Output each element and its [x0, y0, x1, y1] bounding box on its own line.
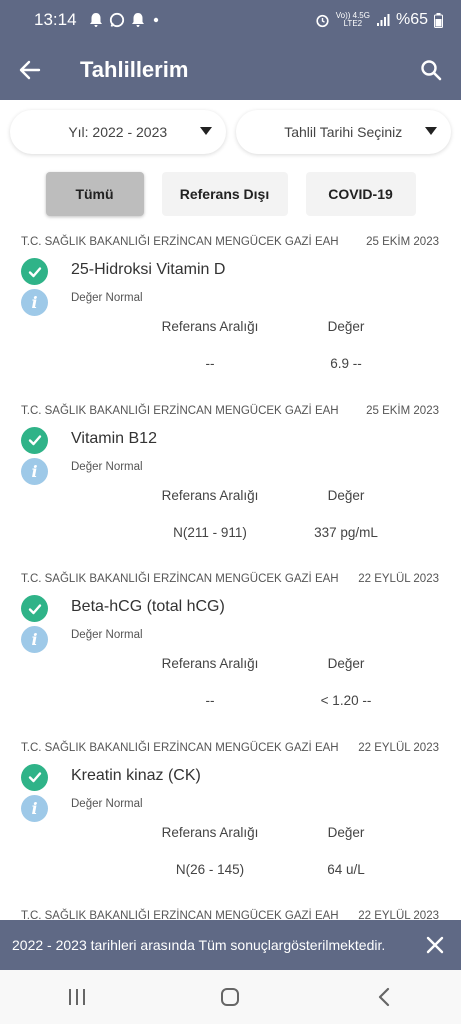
result-date: 25 EKİM 2023: [366, 236, 439, 248]
status-bar: 13:14 Vo)) 4.5G LTE2 %65: [0, 0, 461, 40]
search-icon: [421, 60, 442, 81]
filter-tabs: Tümü Referans Dışı COVID-19: [0, 172, 461, 216]
battery-level: %65: [395, 11, 428, 28]
date-dropdown[interactable]: Tahlil Tarihi Seçiniz: [235, 110, 451, 154]
snackbar-message: 2022 - 2023 tarihleri arasında Tüm sonuç…: [12, 937, 386, 953]
snackbar: 2022 - 2023 tarihleri arasında Tüm sonuç…: [0, 920, 461, 970]
reference-range-value: --: [205, 693, 215, 708]
result-date: 22 EYLÜL 2023: [358, 573, 439, 585]
tab-out-of-range[interactable]: Referans Dışı: [161, 172, 288, 216]
result-value: 337 pg/mL: [314, 524, 378, 540]
signal-icon: [376, 14, 390, 26]
results-list[interactable]: T.C. SAĞLIK BAKANLIĞI ERZİNCAN MENGÜCEK …: [0, 228, 461, 920]
year-dropdown[interactable]: Yıl: 2022 - 2023: [10, 110, 226, 154]
test-name: Beta-hCG (total hCG): [71, 598, 225, 615]
reference-range-value: N(26 - 145): [175, 861, 245, 877]
test-name: Kreatin kinaz (CK): [71, 766, 201, 784]
check-icon: [21, 258, 48, 285]
test-name: Vitamin B12: [71, 429, 157, 447]
battery-icon: [434, 12, 443, 28]
reference-range-header: Referans Aralığı: [161, 487, 259, 503]
reference-range-header: Referans Aralığı: [161, 656, 259, 671]
value-header: Değer: [327, 319, 365, 334]
check-icon: [21, 763, 48, 791]
list-item[interactable]: T.C. SAĞLIK BAKANLIĞI ERZİNCAN MENGÜCEK …: [0, 565, 461, 734]
close-icon[interactable]: [425, 935, 445, 955]
check-icon: [21, 595, 48, 622]
check-icon: [21, 426, 48, 454]
reference-range-header: Referans Aralığı: [161, 319, 259, 334]
info-icon[interactable]: i: [21, 626, 48, 653]
result-value: 64 u/L: [327, 861, 365, 877]
list-item[interactable]: T.C. SAĞLIK BAKANLIĞI ERZİNCAN MENGÜCEK …: [0, 228, 461, 397]
bell-icon: [89, 13, 102, 27]
info-icon[interactable]: i: [21, 457, 48, 485]
result-status: Değer Normal: [71, 292, 143, 304]
reference-range-header: Referans Aralığı: [161, 824, 259, 840]
chevron-left-icon: [379, 987, 390, 1007]
system-nav-bar: [0, 970, 461, 1024]
hospital-name: T.C. SAĞLIK BAKANLIĞI ERZİNCAN MENGÜCEK …: [21, 236, 339, 248]
network-type: Vo)) 4.5G LTE2: [335, 11, 370, 28]
whatsapp-icon: [109, 12, 124, 28]
result-value: < 1.20 --: [320, 693, 372, 708]
page-title: Tahlillerim: [80, 57, 189, 82]
dot-icon: [153, 17, 158, 23]
hospital-name: T.C. SAĞLIK BAKANLIĞI ERZİNCAN MENGÜCEK …: [21, 741, 339, 754]
caret-down-icon: [199, 127, 212, 135]
reference-range-value: --: [205, 356, 215, 371]
info-icon[interactable]: i: [21, 289, 48, 316]
filters: Yıl: 2022 - 2023 Tahlil Tarihi Seçiniz: [10, 110, 451, 154]
hospital-name: T.C. SAĞLIK BAKANLIĞI ERZİNCAN MENGÜCEK …: [21, 573, 339, 585]
bell-icon: [131, 13, 144, 27]
year-dropdown-label: Yıl: 2022 - 2023: [68, 124, 168, 140]
search-button[interactable]: [401, 40, 461, 100]
recent-apps-button[interactable]: [47, 970, 107, 1024]
alarm-icon: [316, 14, 329, 27]
date-dropdown-label: Tahlil Tarihi Seçiniz: [284, 124, 403, 140]
result-date: 25 EKİM 2023: [366, 404, 439, 417]
hospital-name: T.C. SAĞLIK BAKANLIĞI ERZİNCAN MENGÜCEK …: [21, 910, 339, 920]
caret-down-icon: [425, 127, 437, 135]
list-item[interactable]: T.C. SAĞLIK BAKANLIĞI ERZİNCAN MENGÜCEK …: [0, 902, 461, 920]
value-header: Değer: [327, 656, 365, 671]
result-value: 6.9 --: [330, 356, 362, 371]
arrow-left-icon: [19, 60, 41, 80]
tab-all[interactable]: Tümü: [45, 172, 144, 216]
result-status: Değer Normal: [71, 797, 143, 810]
test-name: 25-Hidroksi Vitamin D: [71, 261, 226, 278]
reference-range-value: N(211 - 911): [173, 524, 247, 540]
home-button[interactable]: [200, 970, 260, 1024]
recent-apps-icon: [68, 989, 85, 1005]
value-header: Değer: [327, 487, 365, 503]
hospital-name: T.C. SAĞLIK BAKANLIĞI ERZİNCAN MENGÜCEK …: [21, 404, 339, 417]
list-item[interactable]: T.C. SAĞLIK BAKANLIĞI ERZİNCAN MENGÜCEK …: [0, 734, 461, 903]
info-icon[interactable]: i: [21, 794, 48, 822]
system-back-button[interactable]: [354, 970, 414, 1024]
app-bar: Tahlillerim: [0, 40, 461, 100]
result-date: 22 EYLÜL 2023: [358, 741, 439, 754]
tab-covid-19[interactable]: COVID-19: [305, 172, 416, 216]
result-status: Değer Normal: [71, 629, 143, 641]
home-icon: [221, 988, 240, 1006]
result-status: Değer Normal: [71, 460, 143, 473]
back-button[interactable]: [0, 40, 60, 100]
result-date: 22 EYLÜL 2023: [358, 910, 439, 920]
list-item[interactable]: T.C. SAĞLIK BAKANLIĞI ERZİNCAN MENGÜCEK …: [0, 397, 461, 566]
value-header: Değer: [327, 824, 365, 840]
status-time: 13:14: [34, 10, 77, 29]
